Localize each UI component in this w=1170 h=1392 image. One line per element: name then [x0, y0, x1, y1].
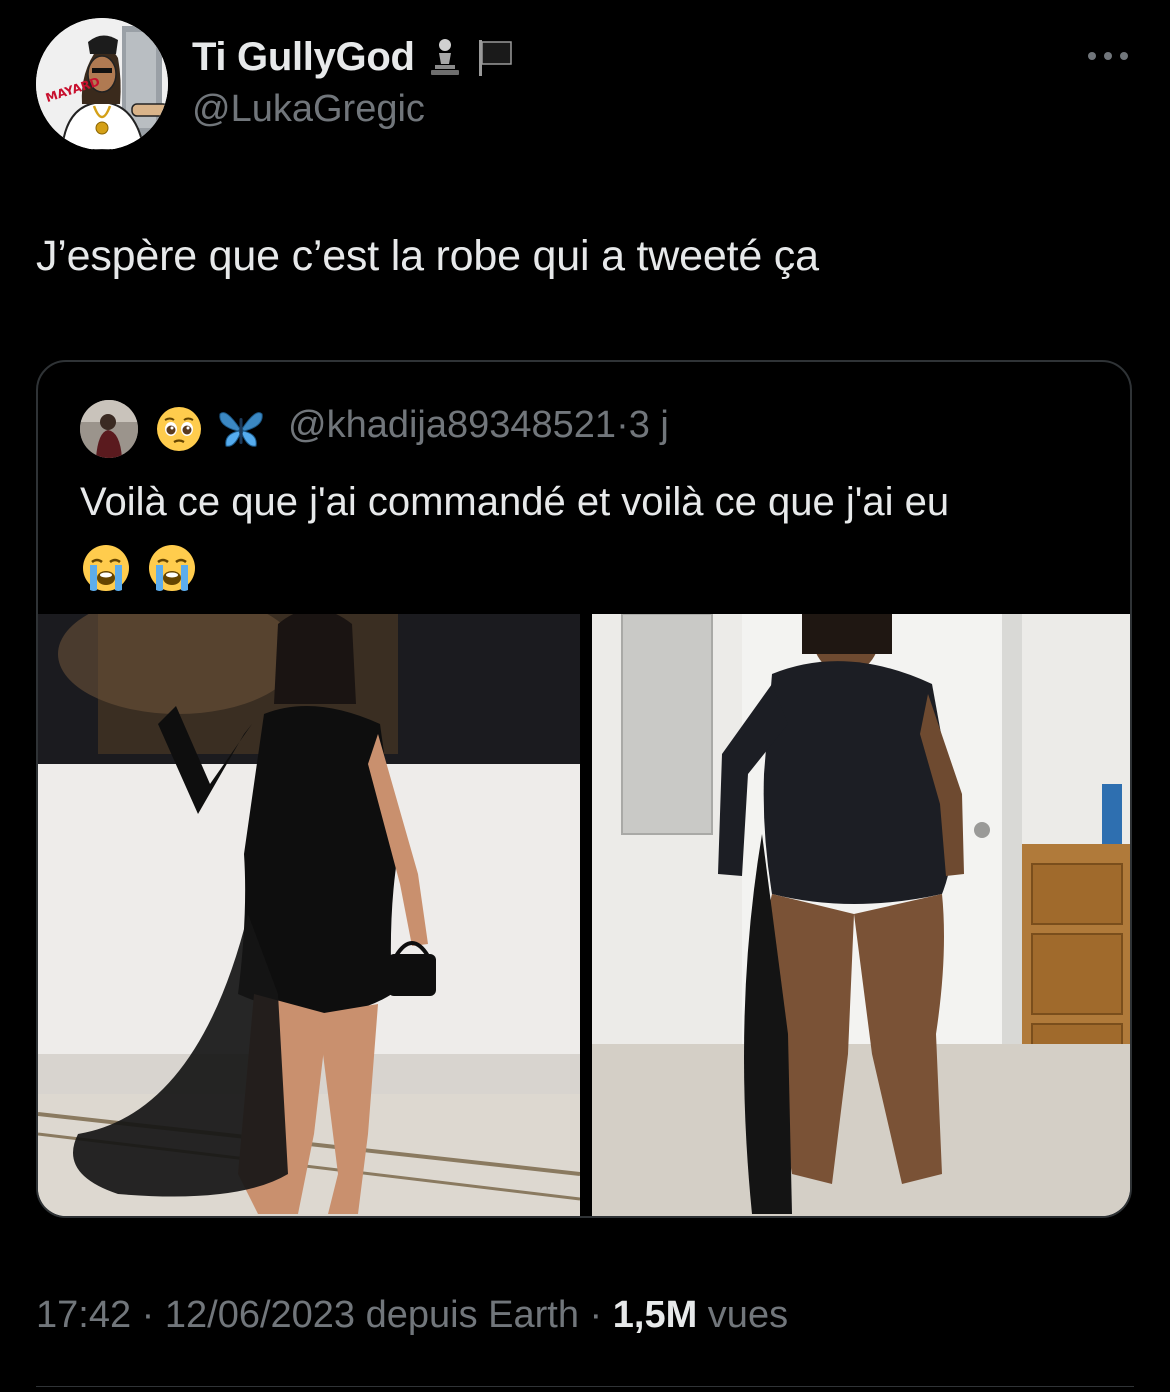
views-count[interactable]: 1,5M	[613, 1294, 697, 1336]
quoted-tweet-text: Voilà ce que j'ai commandé et voilà ce q…	[80, 480, 950, 524]
quoted-handle-row[interactable]: @khadija89348521·3 j	[288, 404, 669, 447]
quoted-handle[interactable]: @khadija89348521	[288, 404, 616, 446]
meta-separator: ·	[131, 1294, 165, 1336]
photo-received-dress[interactable]	[592, 614, 1130, 1216]
more-options-icon[interactable]	[1084, 44, 1132, 68]
author-display-name[interactable]: Ti GullyGod	[192, 35, 415, 80]
divider	[36, 1386, 1134, 1387]
quoted-tweet[interactable]: @khadija89348521·3 j Voilà ce que j'ai c…	[36, 360, 1132, 1218]
butterfly-icon	[216, 404, 266, 454]
loudly-crying-face-icon	[80, 542, 132, 594]
tweet-time[interactable]: 17:42	[36, 1294, 131, 1336]
author-avatar[interactable]: MAYARD	[36, 18, 168, 150]
photo-ordered-dress[interactable]	[38, 614, 580, 1216]
author-handle[interactable]: @LukaGregic	[192, 88, 425, 131]
chess-pawn-icon	[425, 36, 465, 78]
quoted-separator: ·	[616, 404, 629, 446]
tweet-meta: 17:42 · 12/06/2023 depuis Earth · 1,5M v…	[36, 1294, 788, 1337]
quoted-media-grid	[38, 614, 1130, 1216]
tweet-text: J’espère que c’est la robe qui a tweeté …	[36, 232, 819, 280]
tweet-date[interactable]: 12/06/2023	[165, 1294, 355, 1336]
tweet: MAYARD Ti GullyGod @LukaGregic J’espère …	[0, 0, 1170, 1392]
pleading-face-icon	[154, 404, 204, 454]
tweet-source: depuis Earth	[355, 1294, 579, 1336]
quoted-author-avatar[interactable]	[80, 400, 138, 458]
quoted-time[interactable]: 3 j	[629, 404, 669, 446]
loudly-crying-face-icon	[146, 542, 198, 594]
black-flag-icon	[475, 36, 515, 78]
views-label: vues	[697, 1294, 789, 1336]
author-name-row[interactable]: Ti GullyGod	[192, 34, 515, 80]
meta-separator: ·	[578, 1294, 613, 1336]
